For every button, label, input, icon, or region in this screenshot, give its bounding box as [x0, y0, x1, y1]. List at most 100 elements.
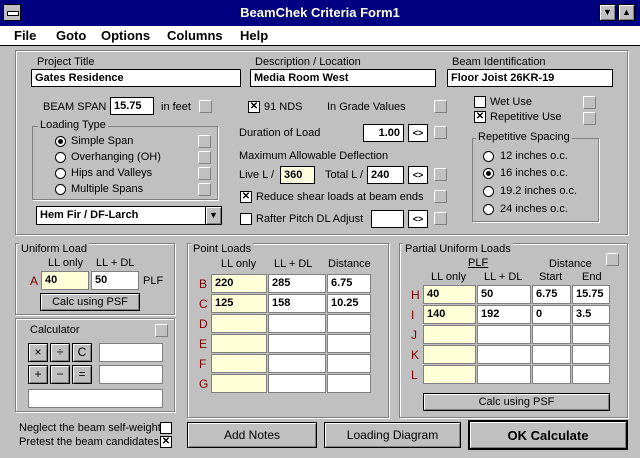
menu-file[interactable]: File: [14, 28, 36, 43]
radio-simple-span[interactable]: [55, 136, 66, 147]
point-ll-cell[interactable]: 125: [211, 294, 267, 313]
partial-ll-cell[interactable]: 140: [423, 305, 476, 324]
duration-arrow-button[interactable]: <>: [408, 124, 428, 142]
deflection-help-icon[interactable]: [434, 168, 447, 181]
shear-checkbox[interactable]: ✕: [240, 191, 252, 203]
duration-input[interactable]: 1.00: [363, 124, 404, 142]
simple-span-help-icon[interactable]: [198, 135, 211, 148]
point-lldl-cell[interactable]: 158: [268, 294, 326, 313]
chevron-down-icon[interactable]: ▼: [205, 207, 221, 224]
point-ll-cell[interactable]: [211, 314, 267, 333]
uniform-ll-input[interactable]: 40: [41, 271, 89, 290]
partial-end-cell[interactable]: 3.5: [572, 305, 610, 324]
partial-ll-cell[interactable]: [423, 345, 476, 364]
partial-start-cell[interactable]: 6.75: [532, 285, 571, 304]
calc-result-display[interactable]: [28, 389, 163, 408]
project-title-input[interactable]: Gates Residence: [31, 69, 241, 87]
menu-help[interactable]: Help: [240, 28, 268, 43]
overhanging-help-icon[interactable]: [198, 151, 211, 164]
partial-start-cell[interactable]: [532, 345, 571, 364]
point-dist-cell[interactable]: [327, 314, 371, 333]
loading-diagram-button[interactable]: Loading Diagram: [324, 422, 461, 448]
pretest-checkbox[interactable]: ✕: [160, 436, 172, 448]
radio-12in[interactable]: [483, 151, 494, 162]
point-lldl-cell[interactable]: [268, 334, 326, 353]
calc-clear-button[interactable]: C: [72, 343, 92, 362]
rafter-arrow-button[interactable]: <>: [408, 210, 428, 228]
rafter-help-icon[interactable]: [434, 212, 447, 225]
calculator-help-icon[interactable]: [155, 324, 168, 337]
partial-lldl-cell[interactable]: [477, 365, 531, 384]
partial-lldl-cell[interactable]: [477, 325, 531, 344]
point-lldl-cell[interactable]: [268, 354, 326, 373]
species-select[interactable]: Hem Fir / DF-Larch: [36, 206, 222, 225]
point-dist-cell[interactable]: 10.25: [327, 294, 371, 313]
calc-multiply-button[interactable]: ×: [28, 343, 48, 362]
rafter-input[interactable]: [371, 210, 404, 228]
radio-24in[interactable]: [483, 204, 494, 215]
wet-use-help-icon[interactable]: [583, 96, 596, 109]
point-ll-cell[interactable]: [211, 374, 267, 393]
radio-overhanging[interactable]: [55, 152, 66, 163]
partial-end-cell[interactable]: [572, 365, 610, 384]
partial-end-cell[interactable]: [572, 325, 610, 344]
calc-plus-button[interactable]: +: [28, 365, 48, 384]
partial-lldl-cell[interactable]: [477, 345, 531, 364]
point-ll-cell[interactable]: [211, 354, 267, 373]
point-lldl-cell[interactable]: [268, 314, 326, 333]
beam-span-help-icon[interactable]: [199, 100, 212, 113]
point-dist-cell[interactable]: [327, 354, 371, 373]
radio-19in[interactable]: [483, 186, 494, 197]
menu-columns[interactable]: Columns: [167, 28, 223, 43]
ok-calculate-button[interactable]: OK Calculate: [468, 420, 628, 450]
calc-equals-button[interactable]: =: [72, 365, 92, 384]
partial-end-cell[interactable]: [572, 345, 610, 364]
nds-checkbox[interactable]: ✕: [248, 101, 260, 113]
partial-help-icon[interactable]: [606, 253, 619, 266]
multiple-spans-help-icon[interactable]: [198, 183, 211, 196]
deflection-arrow-button[interactable]: <>: [408, 166, 428, 184]
point-ll-cell[interactable]: 220: [211, 274, 267, 293]
duration-help-icon[interactable]: [434, 126, 447, 139]
rafter-checkbox[interactable]: [240, 213, 252, 225]
uniform-calc-psf-button[interactable]: Calc using PSF: [40, 293, 140, 311]
calc-divide-button[interactable]: ÷: [50, 343, 70, 362]
partial-calc-psf-button[interactable]: Calc using PSF: [423, 393, 610, 411]
point-lldl-cell[interactable]: [268, 374, 326, 393]
add-notes-button[interactable]: Add Notes: [187, 422, 317, 448]
point-dist-cell[interactable]: 6.75: [327, 274, 371, 293]
partial-lldl-cell[interactable]: 50: [477, 285, 531, 304]
radio-multiple-spans[interactable]: [55, 184, 66, 195]
total-deflection-input[interactable]: 240: [367, 166, 404, 184]
calc-minus-button[interactable]: −: [50, 365, 70, 384]
maximize-icon[interactable]: ▲: [618, 4, 635, 21]
repetitive-use-checkbox[interactable]: ✕: [474, 111, 486, 123]
partial-start-cell[interactable]: [532, 325, 571, 344]
shear-help-icon[interactable]: [434, 190, 447, 203]
repetitive-use-help-icon[interactable]: [583, 112, 596, 125]
partial-ll-cell[interactable]: 40: [423, 285, 476, 304]
minimize-icon[interactable]: ▼: [599, 4, 616, 21]
partial-start-cell[interactable]: [532, 365, 571, 384]
menu-options[interactable]: Options: [101, 28, 150, 43]
beam-id-input[interactable]: Floor Joist 26KR-19: [447, 69, 613, 87]
point-lldl-cell[interactable]: 285: [268, 274, 326, 293]
in-grade-help-icon[interactable]: [434, 100, 447, 113]
live-deflection-input[interactable]: 360: [280, 166, 315, 184]
beam-span-input[interactable]: 15.75: [110, 97, 154, 115]
radio-16in[interactable]: [483, 168, 494, 179]
neglect-weight-checkbox[interactable]: [160, 422, 172, 434]
point-dist-cell[interactable]: [327, 334, 371, 353]
point-ll-cell[interactable]: [211, 334, 267, 353]
partial-lldl-cell[interactable]: 192: [477, 305, 531, 324]
partial-start-cell[interactable]: 0: [532, 305, 571, 324]
calc-display-1[interactable]: [99, 343, 163, 362]
point-dist-cell[interactable]: [327, 374, 371, 393]
calc-display-2[interactable]: [99, 365, 163, 384]
partial-end-cell[interactable]: 15.75: [572, 285, 610, 304]
wet-use-checkbox[interactable]: [474, 96, 486, 108]
hips-valleys-help-icon[interactable]: [198, 167, 211, 180]
radio-hips-valleys[interactable]: [55, 168, 66, 179]
partial-ll-cell[interactable]: [423, 325, 476, 344]
uniform-lldl-input[interactable]: 50: [91, 271, 139, 290]
